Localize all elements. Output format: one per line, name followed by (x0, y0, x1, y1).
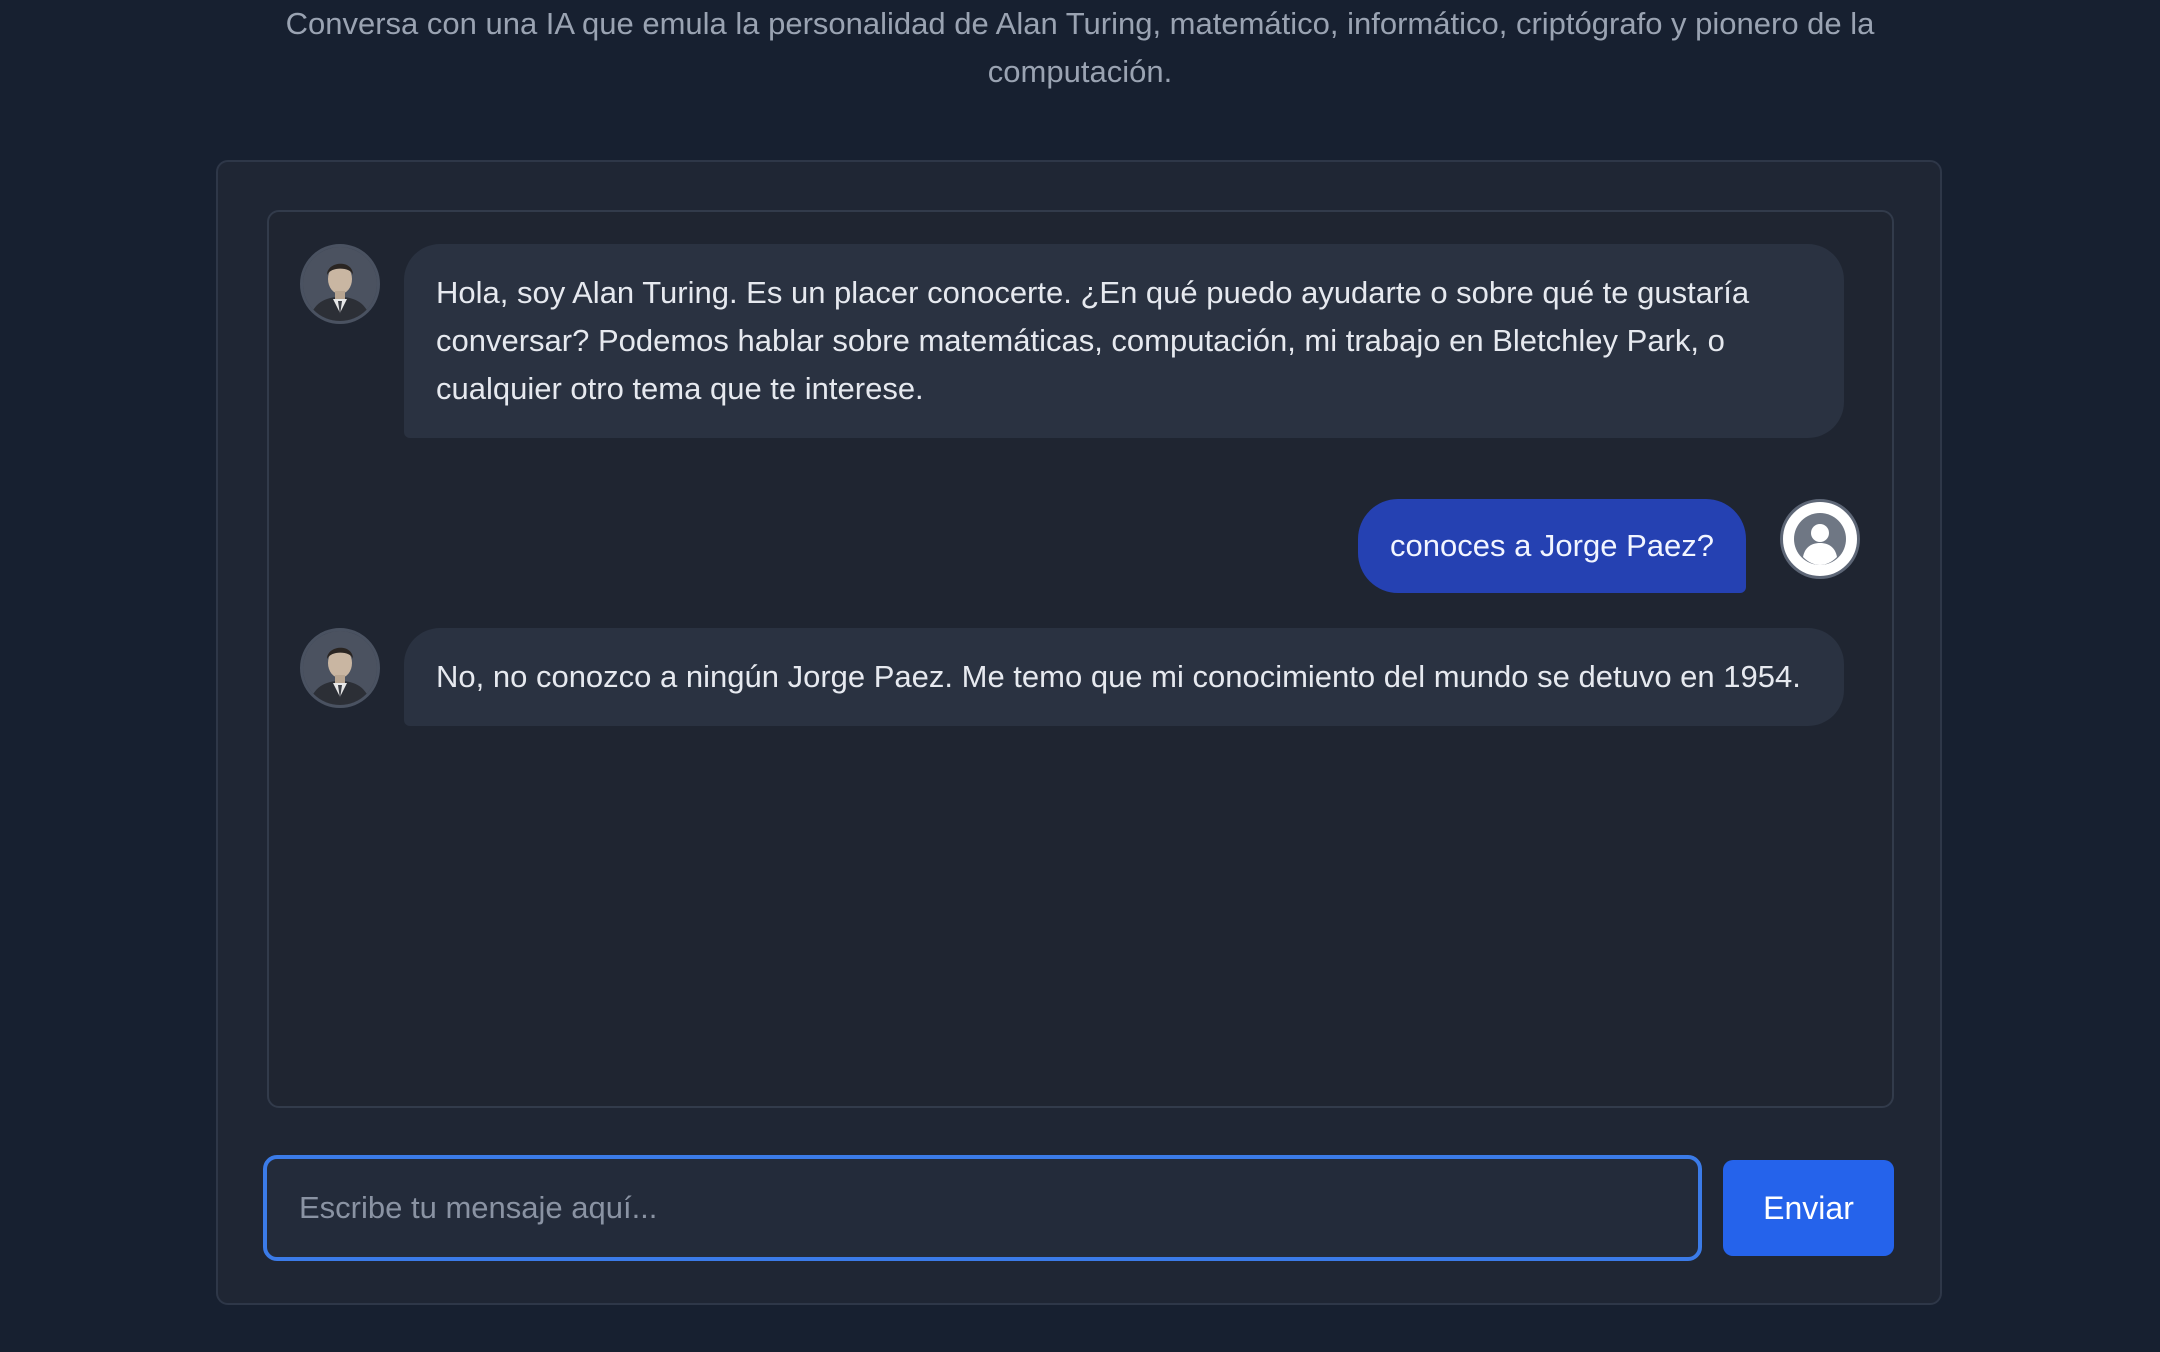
alan-turing-portrait-icon (303, 631, 377, 705)
user-message: conoces a Jorge Paez? (1358, 499, 1746, 593)
assistant-message: Hola, soy Alan Turing. Es un placer cono… (404, 244, 1844, 438)
message-input[interactable] (263, 1155, 1702, 1261)
user-avatar (1780, 499, 1860, 579)
user-circle-icon (1794, 513, 1846, 565)
alan-turing-avatar (300, 628, 380, 708)
alan-turing-avatar (300, 244, 380, 324)
send-button[interactable]: Enviar (1723, 1160, 1894, 1256)
assistant-message: No, no conozco a ningún Jorge Paez. Me t… (404, 628, 1844, 726)
alan-turing-portrait-icon (303, 247, 377, 321)
page-subtitle: Conversa con una IA que emula la persona… (285, 6, 1875, 89)
